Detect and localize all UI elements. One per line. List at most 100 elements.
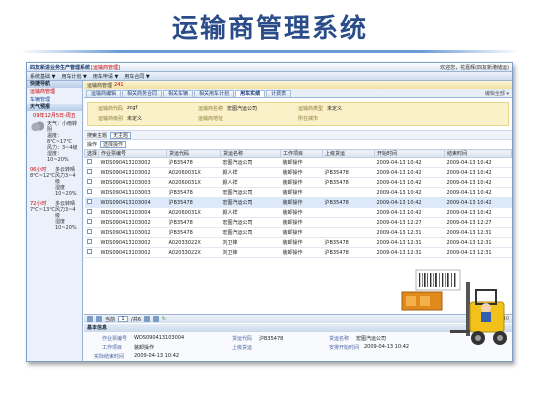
table-cell: 刘卫锋 (220, 247, 281, 258)
sidebar-item-carrier[interactable]: 运输商管理 (27, 88, 82, 96)
table-cell: 装卸操作 (280, 207, 323, 218)
table-cell: 装卸操作 (280, 177, 323, 188)
first-page-icon[interactable] (87, 316, 93, 322)
row-checkbox[interactable] (86, 219, 92, 224)
edit-all-button[interactable]: 编辑全部 ▾ (485, 90, 509, 97)
row-checkbox[interactable] (86, 199, 92, 204)
action-select[interactable]: 选择操作 (100, 141, 127, 148)
row-select-cell (84, 217, 99, 228)
table-cell: WDS090413103002 (98, 237, 167, 248)
table-row[interactable]: WDS090413103003 沪B35478 宏图汽运公司 装卸操作 2009-04-… (84, 187, 512, 198)
tab-usage[interactable]: 用车实绩 (235, 90, 266, 97)
row-checkbox[interactable] (86, 169, 92, 174)
menu-system[interactable]: 系统基础 ▼ (30, 73, 55, 80)
table-cell: 装卸操作 (280, 197, 323, 208)
tab-contracts[interactable]: 相关商务合同 (122, 90, 163, 97)
page-input[interactable]: 1 (118, 316, 129, 322)
table-cell: 颜人祥 (220, 177, 281, 188)
page-prefix: 当前 (105, 316, 116, 323)
forecast-1-wind: 风力3~4级 (54, 173, 76, 185)
row-checkbox[interactable] (86, 239, 92, 244)
name-label: 运输商名称 (198, 106, 224, 112)
table-cell (322, 227, 375, 238)
table-cell: 2009-04-13 12:31 (444, 227, 512, 238)
menu-apply[interactable]: 用车申请 ▼ (93, 73, 118, 80)
row-checkbox[interactable] (86, 189, 92, 194)
column-header[interactable]: 开始时间 (374, 149, 445, 158)
table-cell: 刘卫锋 (220, 237, 281, 248)
sidebar-item-vehicle[interactable]: 车辆管理 (27, 96, 82, 104)
menu-plan[interactable]: 用车计划 ▼ (61, 73, 86, 80)
table-row[interactable]: WDS090413103002 沪B35478 宏图汽运公司 装卸操作 2009-04-… (84, 217, 512, 228)
tab-vehicles[interactable]: 相关车辆 (163, 90, 194, 97)
table-header-row: 选择 作业票编号 货运代码 货运名称 工作项目 上级货运 开始时间 结束时间 (84, 149, 512, 158)
table-cell: 宏图汽运公司 (220, 187, 281, 198)
job-no-value: WDS090413103004 (134, 335, 185, 341)
table-cell: 装卸操作 (280, 247, 323, 258)
row-checkbox[interactable] (86, 229, 92, 234)
table-cell: 宏图汽运公司 (220, 157, 281, 168)
refresh-icon[interactable]: ↻ (162, 316, 166, 322)
last-page-icon[interactable] (152, 316, 159, 322)
table-row[interactable]: WDS090413103004 沪B35478 宏图汽运公司 装卸操作 沪B35478 2… (84, 197, 512, 208)
table-cell: 2009-04-13 10:42 (444, 187, 512, 198)
table-cell: WDS090413103003 (98, 187, 167, 198)
work-label: 工作项目 (102, 345, 123, 351)
row-checkbox[interactable] (86, 249, 92, 254)
weather-header: 天气预报 (27, 104, 82, 111)
table-row[interactable]: WDS090413103004 A02060031X 颜人祥 装卸操作 2009-04-… (84, 207, 512, 218)
tab-billing[interactable]: 计费表 (266, 90, 292, 97)
table-cell: 沪B35478 (166, 227, 221, 238)
code-value: 沪B35478 (259, 336, 284, 342)
carrier-value: 宏图汽运公司 (356, 336, 387, 342)
column-header[interactable]: 作业票编号 (98, 149, 167, 158)
prev-page-icon[interactable] (96, 316, 102, 322)
table-cell: 2009-04-13 10:42 (374, 207, 445, 218)
tab-carrier-edit[interactable]: 运输商编辑 (86, 90, 122, 97)
table-cell: 2009-04-13 12:31 (374, 227, 445, 238)
table-cell: WDS090413103003 (98, 177, 167, 188)
table-cell: 装卸操作 (280, 217, 323, 228)
row-checkbox[interactable] (86, 159, 92, 164)
column-header[interactable]: 货运名称 (220, 149, 281, 158)
row-select-cell (84, 177, 99, 188)
actual-end-value: 2009-04-13 10:42 (134, 353, 180, 359)
column-header[interactable]: 货运代码 (166, 149, 221, 158)
table-row[interactable]: WDS090413103002 沪B35478 宏图汽运公司 装卸操作 2009-04-… (84, 157, 512, 168)
code-value: zcgf (127, 105, 138, 111)
table-row[interactable]: WDS090413103002 沪B35478 宏图汽运公司 装卸操作 2009-04-… (84, 227, 512, 238)
table-row[interactable]: WDS090413103003 A02060031X 颜人祥 装卸操作 沪B35478 2… (84, 177, 512, 188)
table-cell: WDS090413103002 (98, 217, 167, 228)
table-cell (322, 207, 375, 218)
table-cell: 沪B35478 (322, 167, 375, 178)
table-cell: WDS090413103004 (98, 197, 167, 208)
table-cell (322, 157, 375, 168)
column-header[interactable]: 上级货运 (322, 149, 375, 158)
menu-contract[interactable]: 用车合同 ▼ (124, 73, 149, 80)
record-count: 241 (114, 82, 124, 88)
app-title: 四友新进业务生产管理系统 (30, 64, 91, 71)
table-cell: 沪B35478 (322, 247, 375, 258)
tab-plans[interactable]: 相关用车计划 (194, 90, 235, 97)
search-theme-select[interactable]: 无主题 (110, 131, 132, 139)
page-suffix: /共6 (131, 316, 141, 323)
sidebar: 快捷导航 运输商管理 车辆管理 天气预报 09年12月5日-周五 天气：小雨转阴… (27, 81, 83, 361)
column-header[interactable]: 结束时间 (444, 149, 512, 158)
table-cell: A02060031X (166, 207, 221, 218)
table-cell: 颜人祥 (220, 167, 281, 178)
table-row[interactable]: WDS090413103002 A02060031X 颜人祥 装卸操作 沪B35478 2… (84, 167, 512, 178)
type-value: 未定义 (327, 106, 343, 112)
table-cell: 装卸操作 (280, 167, 323, 178)
column-header[interactable]: 工作项目 (280, 149, 323, 158)
forecast-1-humid: 湿度10~20% (54, 185, 77, 197)
row-checkbox[interactable] (86, 179, 92, 184)
table-body: WDS090413103002 沪B35478 宏图汽运公司 装卸操作 2009-04-… (84, 157, 512, 258)
level-value: 未定义 (127, 116, 143, 122)
table-row[interactable]: WDS090413103002 A02033022X 刘卫锋 装卸操作 沪B35478 2… (84, 237, 512, 248)
title-bar: 四友新进业务生产管理系统 [运输商管理] 欢迎您，花嘉辉(四友新港储运) (27, 63, 512, 72)
table-cell: 2009-04-13 12:31 (444, 237, 512, 248)
table-cell: 沪B35478 (322, 197, 375, 208)
row-checkbox[interactable] (86, 209, 92, 214)
next-page-icon[interactable] (143, 316, 150, 322)
type-label: 运输商类型 (298, 106, 324, 112)
